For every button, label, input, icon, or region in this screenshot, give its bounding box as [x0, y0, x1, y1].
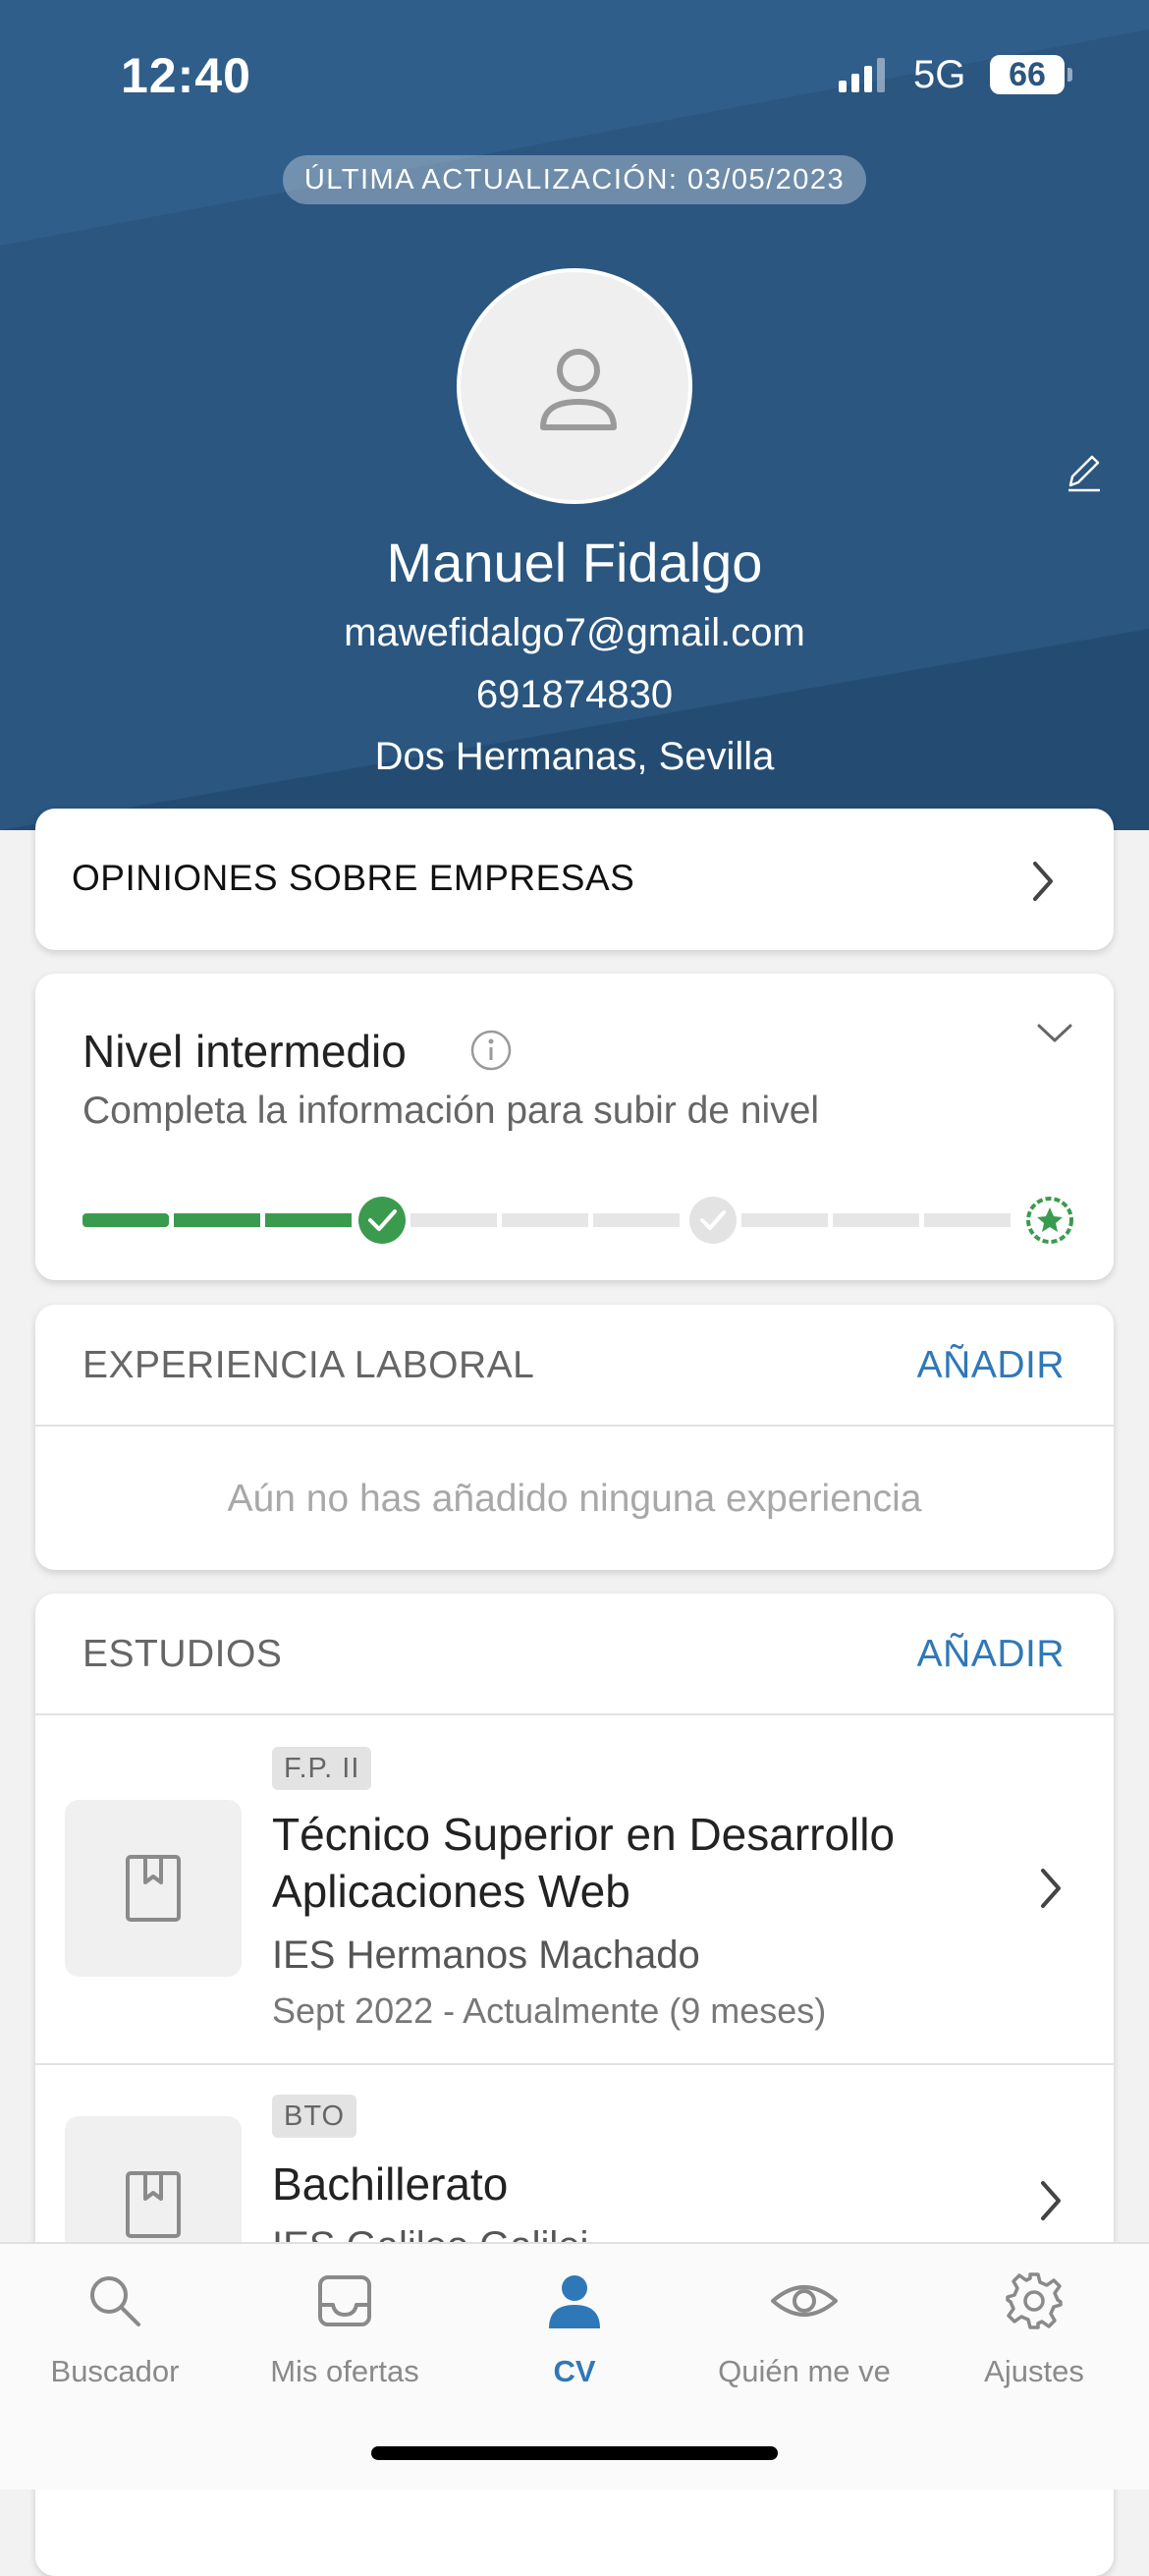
study-item[interactable]: F.P. II Técnico Superior en Desarrollo A…: [35, 1715, 1114, 2061]
study-title: Técnico Superior en Desarrollo Aplicacio…: [272, 1809, 896, 1917]
progress-segment: [174, 1213, 260, 1227]
book-icon: [126, 1855, 181, 1922]
profile-header: 12:40 5G 66 ÚLTIMA ACTUALIZACIÓN: 03/05/…: [0, 0, 1149, 830]
tab-cv[interactable]: CV: [460, 2244, 689, 2411]
tab-label: CV: [553, 2354, 596, 2388]
study-school: IES Hermanos Machado: [272, 1933, 700, 1977]
tab-quien-me-ve[interactable]: Quién me ve: [689, 2244, 919, 2411]
tab-label: Ajustes: [984, 2354, 1084, 2388]
progress-segment: [741, 1213, 828, 1227]
tab-label: Mis ofertas: [270, 2354, 419, 2388]
level-milestone-done-icon: [358, 1197, 406, 1244]
search-icon: [90, 2276, 140, 2326]
studies-header: ESTUDIOS: [82, 1633, 283, 1675]
eye-icon: [771, 2285, 838, 2317]
experience-empty-text: Aún no has añadido ninguna experiencia: [227, 1478, 922, 1520]
tab-label: Quién me ve: [718, 2354, 891, 2388]
divider: [35, 1425, 1114, 1427]
home-indicator[interactable]: [371, 2446, 778, 2460]
signal-icon: [839, 58, 885, 92]
study-level-tag: F.P. II: [272, 1747, 372, 1790]
level-title: Nivel intermedio: [82, 1026, 407, 1077]
add-experience-button[interactable]: AÑADIR: [917, 1344, 1065, 1387]
level-card[interactable]: Nivel intermedio Completa la información…: [35, 974, 1114, 1280]
user-icon: [540, 349, 617, 430]
work-experience-card: EXPERIENCIA LABORAL AÑADIR Aún no has añ…: [35, 1305, 1114, 1570]
tab-label: Buscador: [50, 2354, 180, 2388]
level-subtitle: Completa la información para subir de ni…: [82, 1090, 820, 1132]
chevron-right-icon: [1041, 1869, 1061, 1908]
study-thumbnail: [65, 1800, 242, 1977]
level-progress-bar: [82, 1197, 1073, 1244]
avatar[interactable]: [457, 268, 692, 504]
tab-mis-ofertas[interactable]: Mis ofertas: [230, 2244, 460, 2411]
battery-tip: [1067, 68, 1072, 82]
work-experience-header: EXPERIENCIA LABORAL: [82, 1344, 535, 1386]
add-study-button[interactable]: AÑADIR: [917, 1633, 1065, 1676]
progress-segment: [833, 1213, 919, 1227]
status-time: 12:40: [121, 48, 251, 103]
person-icon: [549, 2275, 600, 2328]
profile-location: Dos Hermanas, Sevilla: [374, 735, 775, 778]
progress-segment: [502, 1213, 588, 1227]
progress-segment: [410, 1213, 497, 1227]
progress-segment: [924, 1213, 1011, 1227]
level-final-star-badge-icon: [1026, 1197, 1073, 1244]
profile-email: mawefidalgo7@gmail.com: [344, 611, 805, 654]
chevron-right-icon: [1041, 2181, 1061, 2220]
progress-segment: [593, 1213, 680, 1227]
profile-name: Manuel Fidalgo: [386, 532, 763, 593]
network-type: 5G: [913, 53, 966, 96]
info-icon[interactable]: [469, 1029, 513, 1072]
study-level-tag: BTO: [272, 2095, 357, 2138]
tab-buscador[interactable]: Buscador: [0, 2244, 230, 2411]
tab-ajustes[interactable]: Ajustes: [919, 2244, 1149, 2411]
chevron-right-icon: [1033, 862, 1053, 901]
progress-segment: [265, 1213, 352, 1227]
battery-icon: 66: [990, 55, 1065, 94]
inbox-icon: [318, 2275, 371, 2326]
status-indicators: 5G 66: [835, 53, 1072, 98]
gear-icon: [1006, 2272, 1063, 2329]
opiniones-label: OPINIONES SOBRE EMPRESAS: [72, 858, 635, 898]
study-title: Bachillerato: [272, 2158, 509, 2210]
opiniones-card[interactable]: OPINIONES SOBRE EMPRESAS: [35, 809, 1114, 950]
profile-phone: 691874830: [475, 673, 674, 716]
progress-segment: [82, 1213, 169, 1227]
chevron-down-icon[interactable]: [1035, 1021, 1074, 1046]
level-milestone-pending-icon: [689, 1197, 737, 1244]
study-dates: Sept 2022 - Actualmente (9 meses): [272, 1990, 827, 2031]
last-update-badge: ÚLTIMA ACTUALIZACIÓN: 03/05/2023: [283, 155, 866, 204]
book-icon: [126, 2171, 181, 2238]
edit-pencil-icon[interactable]: [1065, 450, 1104, 493]
